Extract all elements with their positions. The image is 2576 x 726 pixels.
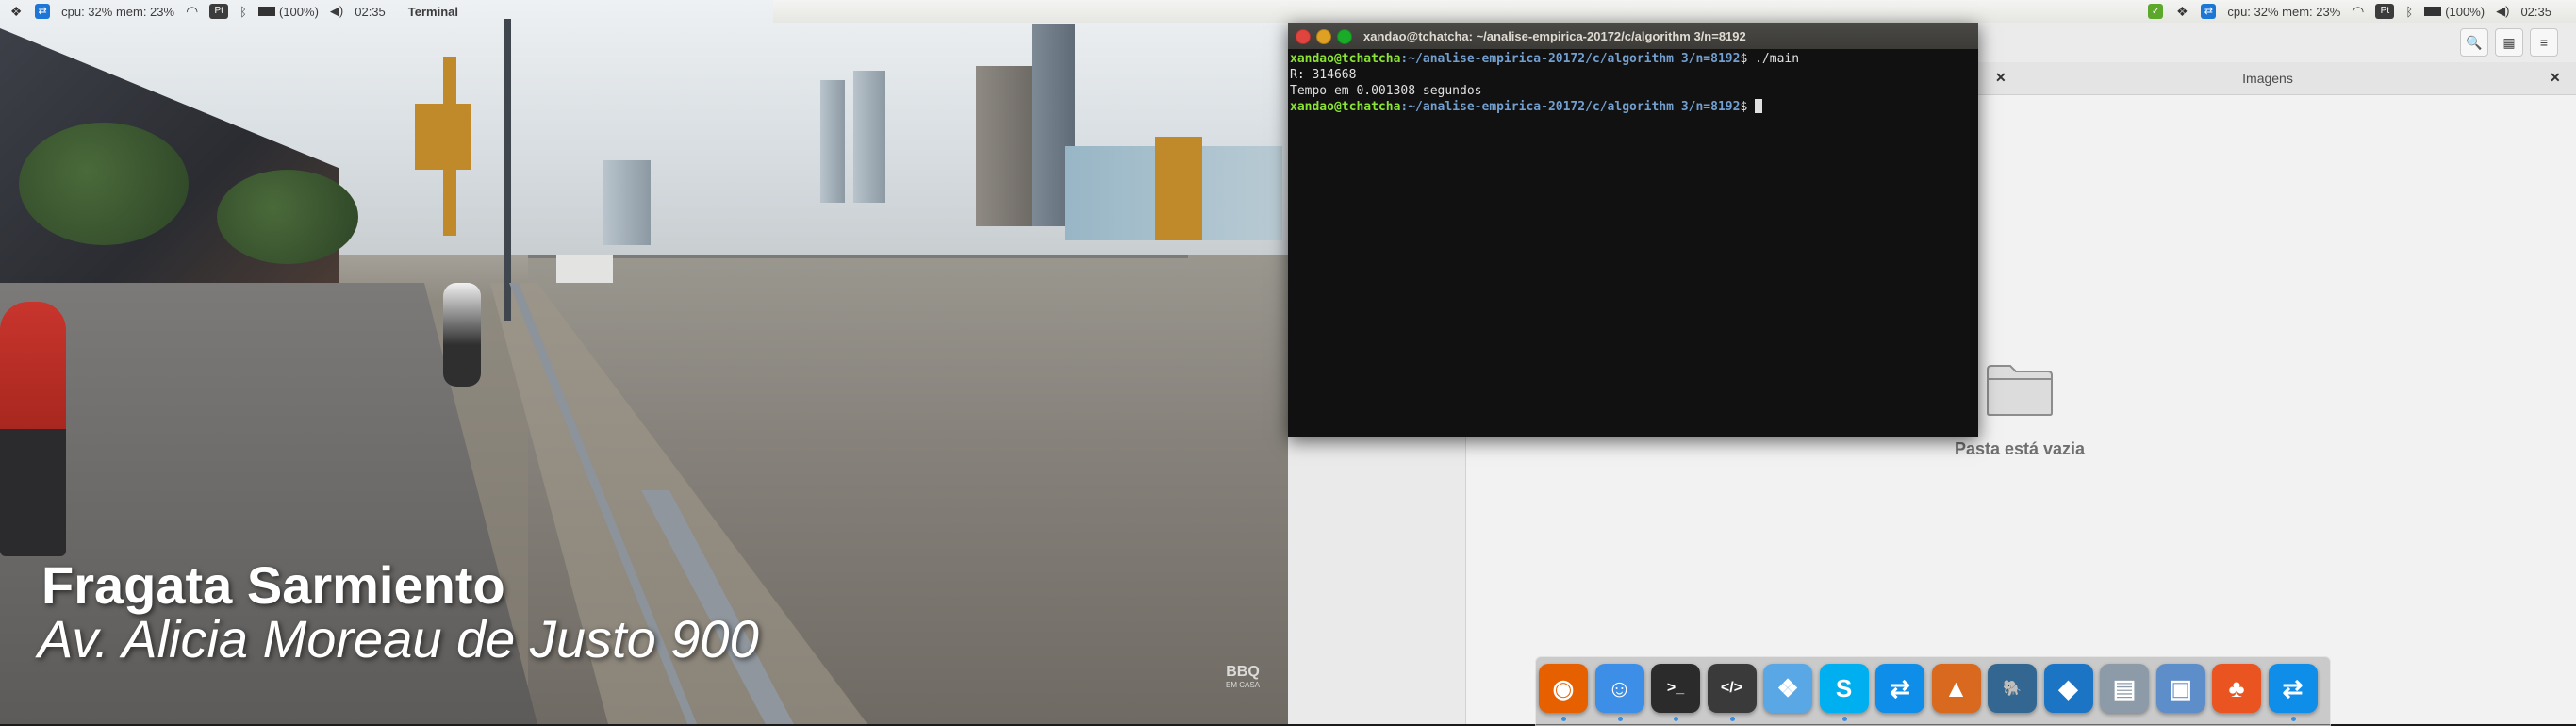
prompt-path: :~/analise-empirica-20172/c/algorithm 3/… — [1400, 100, 1741, 114]
dock-teamviewer-2-icon[interactable]: ⇄ — [2268, 664, 2318, 713]
battery-indicator-2[interactable]: (100%) — [2424, 5, 2485, 19]
indicator-dropbox-2[interactable]: ❖ — [2174, 4, 2189, 19]
wifi-icon[interactable]: ◠ — [186, 3, 198, 20]
empty-folder-message: Pasta está vazia — [1954, 439, 2086, 458]
dock-dropbox-icon[interactable]: ❖ — [1763, 664, 1812, 713]
cpu-mem-indicator-2[interactable]: cpu: 32% mem: 23% — [2227, 5, 2340, 19]
dock-mysql-workbench-icon[interactable]: ◆ — [2043, 664, 2093, 713]
shield-icon: ✓ — [2148, 4, 2164, 19]
prompt-user: xandao@tchatcha — [1290, 52, 1401, 66]
battery-label: (100%) — [278, 4, 319, 19]
search-button[interactable]: 🔍 — [2460, 28, 2488, 57]
channel-watermark: BBQ EM CASA — [1226, 665, 1260, 689]
tab-images[interactable]: Imagens — [1985, 62, 2551, 94]
teamviewer-icon: ⇄ — [35, 4, 51, 19]
caption-subtitle: Av. Alicia Moreau de Justo 900 — [38, 609, 759, 668]
clock[interactable]: 02:35 — [355, 5, 386, 19]
close-button[interactable] — [1296, 29, 1311, 44]
tower-3 — [976, 66, 1032, 226]
battery-indicator[interactable]: (100%) — [257, 4, 319, 19]
maximize-button[interactable] — [1337, 29, 1352, 44]
prompt-user: xandao@tchatcha — [1290, 100, 1401, 114]
teamviewer-icon: ⇄ — [2201, 4, 2217, 19]
caption-title: Fragata Sarmiento — [41, 555, 505, 615]
tree-1 — [19, 123, 189, 245]
terminal-line-prompt: xandao@tchatcha:~/analise-empirica-20172… — [1290, 99, 1973, 115]
menu-button[interactable]: ≡ — [2530, 28, 2558, 57]
volume-icon[interactable]: ◀) — [330, 4, 343, 19]
dock-virtualbox-icon[interactable]: ▣ — [2155, 664, 2205, 713]
tower-1 — [820, 80, 845, 203]
watermark-subtext: EM CASA — [1226, 681, 1261, 689]
minimize-button[interactable] — [1316, 29, 1331, 44]
bluetooth-icon[interactable]: ᛒ — [2405, 5, 2413, 19]
app-menu-title[interactable]: Terminal — [408, 5, 458, 19]
terminal-line-time: Tempo em 0.001308 segundos — [1290, 84, 1482, 98]
volume-icon[interactable]: ◀) — [2496, 4, 2509, 19]
lamp-post — [504, 19, 511, 321]
indicator-teamviewer[interactable]: ⇄ — [35, 4, 51, 19]
clock-2[interactable]: 02:35 — [2520, 5, 2551, 19]
tower-5 — [603, 160, 651, 245]
dropbox-icon: ❖ — [9, 4, 23, 19]
dock-postgresql-icon[interactable]: 🐘 — [1988, 664, 2037, 713]
dock-teamviewer-icon[interactable]: ⇄ — [1875, 664, 1924, 713]
crane-right — [1155, 137, 1202, 240]
folder-icon — [1987, 365, 2053, 416]
prompt-suffix: $ — [1740, 52, 1756, 66]
view-grid-button[interactable]: ▦ — [2495, 28, 2523, 57]
bridge — [528, 255, 1188, 258]
keyboard-label: Pt — [2375, 4, 2395, 19]
pedestrian-2 — [443, 283, 481, 387]
dock-running-indicator — [2290, 717, 2296, 721]
indicator-dropbox[interactable]: ❖ — [8, 4, 24, 19]
dock-matlab-icon[interactable]: ▲ — [1931, 664, 1981, 713]
prompt-path: :~/analise-empirica-20172/c/algorithm 3/… — [1400, 52, 1741, 66]
tab-close-images[interactable]: ✕ — [2550, 70, 2561, 86]
search-icon: 🔍 — [2466, 35, 2483, 50]
dock-ubuntu-software-icon[interactable]: ♣ — [2212, 664, 2261, 713]
crane-left-cab — [415, 104, 471, 170]
dock-firefox-icon[interactable]: ◉ — [1539, 664, 1588, 713]
battery-icon — [257, 7, 275, 16]
keyboard-label: Pt — [209, 4, 229, 19]
dock-running-indicator — [1561, 717, 1566, 721]
wifi-icon[interactable]: ◠ — [2352, 3, 2364, 20]
ship — [556, 255, 613, 283]
dock-skype-icon[interactable]: S — [1819, 664, 1869, 713]
dock-running-indicator — [1617, 717, 1623, 721]
dock-running-indicator — [1674, 717, 1678, 721]
terminal-output[interactable]: xandao@tchatcha:~/analise-empirica-20172… — [1290, 51, 1973, 115]
keyboard-indicator-2[interactable]: Pt — [2375, 4, 2395, 19]
dock-scanner-icon[interactable]: ▤ — [2100, 664, 2149, 713]
hamburger-icon: ≡ — [2539, 35, 2549, 50]
left-top-panel: ✓ ❖ ⇄ cpu: 32% mem: 23% ◠ Pt ᛒ (100%) ◀)… — [0, 0, 1296, 23]
prompt-suffix: $ — [1740, 100, 1756, 114]
terminal-line-result: R: 314668 — [1290, 68, 1357, 82]
terminal-title: xandao@tchatcha: ~/analise-empirica-2017… — [1363, 29, 1746, 43]
indicator-teamviewer-2[interactable]: ⇄ — [2201, 4, 2217, 19]
indicator-shield-2[interactable]: ✓ — [2148, 4, 2164, 19]
dropbox-icon: ❖ — [2176, 4, 2188, 19]
dock-terminal-icon[interactable]: >_ — [1651, 664, 1700, 713]
battery-icon — [2424, 7, 2442, 16]
right-top-panel: ✓ ❖ ⇄ cpu: 32% mem: 23% ◠ Pt ᛒ (100%) ◀)… — [1288, 0, 2576, 23]
dock-code-editor-icon[interactable]: </> — [1707, 664, 1757, 713]
tree-2 — [217, 170, 358, 264]
keyboard-indicator[interactable]: Pt — [209, 4, 229, 19]
grid-icon: ▦ — [2502, 35, 2516, 50]
watermark-text: BBQ — [1226, 664, 1260, 680]
bluetooth-icon[interactable]: ᛒ — [239, 5, 247, 19]
dock-finder-icon[interactable]: ☺ — [1594, 664, 1644, 713]
battery-label: (100%) — [2445, 4, 2485, 19]
dock-running-indicator — [1729, 717, 1735, 721]
pedestrian — [0, 302, 66, 556]
cpu-mem-indicator[interactable]: cpu: 32% mem: 23% — [61, 5, 174, 19]
dock-running-indicator — [1841, 717, 1847, 721]
video-wallpaper: Fragata Sarmiento Av. Alicia Moreau de J… — [0, 0, 1288, 724]
command-text: ./main — [1755, 52, 1800, 66]
tower-2 — [853, 71, 885, 203]
text-cursor — [1755, 99, 1763, 113]
terminal-line-command: xandao@tchatcha:~/analise-empirica-20172… — [1290, 51, 1973, 67]
